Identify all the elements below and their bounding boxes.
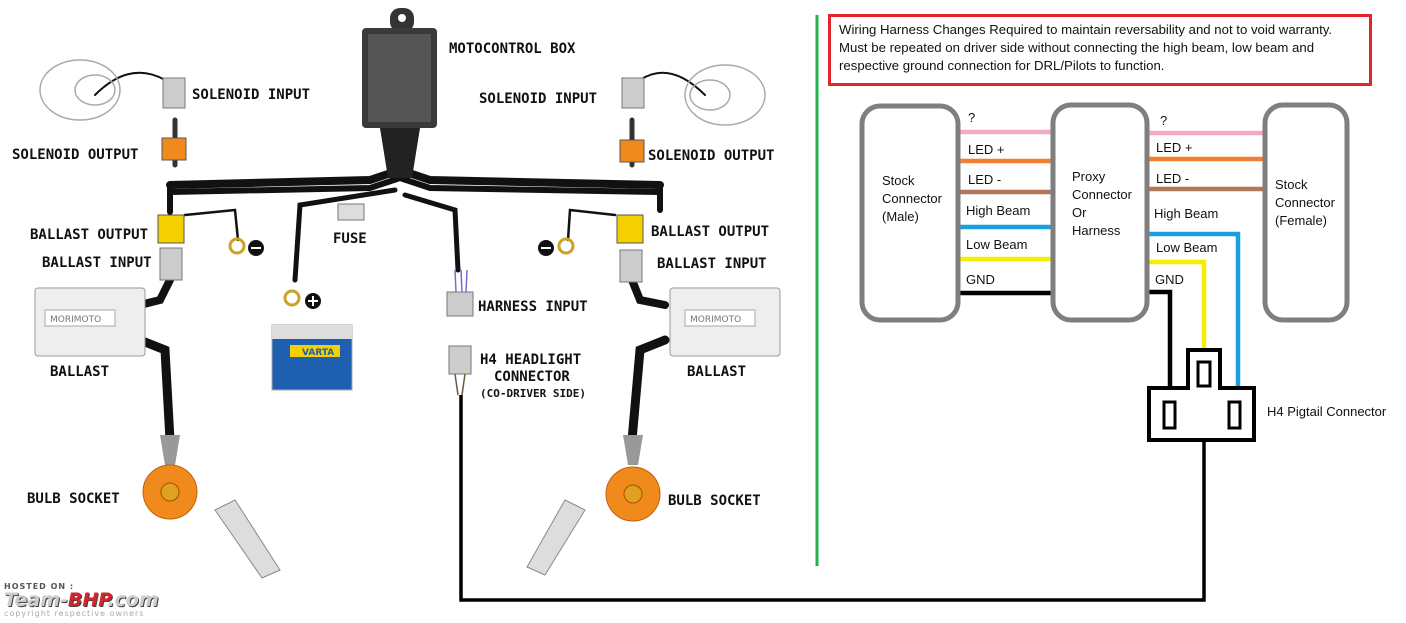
wire-label-led-plus: LED + xyxy=(968,142,1005,157)
positive-terminal-icon xyxy=(283,289,321,309)
label-solenoid-output-right: SOLENOID OUTPUT xyxy=(648,148,774,164)
note-line: respective ground connection for DRL/Pil… xyxy=(839,58,1165,73)
label-solenoid-input-right: SOLENOID INPUT xyxy=(479,91,597,107)
svg-text:MORIMOTO: MORIMOTO xyxy=(50,315,101,325)
wire-label-unknown: ? xyxy=(968,110,975,125)
label-ballast-right: BALLAST xyxy=(687,364,746,380)
label-ballast-input-right: BALLAST INPUT xyxy=(657,256,767,272)
wire-label-led-minus: LED - xyxy=(1156,171,1189,186)
wire-label-low-beam: Low Beam xyxy=(966,237,1027,252)
harness-input-wires xyxy=(454,269,468,293)
wire-label-high-beam: High Beam xyxy=(966,203,1030,218)
wire-label-led-minus: LED - xyxy=(968,172,1001,187)
team-bhp-watermark: HOSTED ON : Team-BHP.com copyright respe… xyxy=(4,582,159,618)
stock-male-label: Stock xyxy=(882,173,915,188)
label-ballast-left: BALLAST xyxy=(50,364,109,380)
label-solenoid-output-left: SOLENOID OUTPUT xyxy=(12,147,138,163)
stock-female-label: Stock xyxy=(1275,177,1308,192)
watermark-brand: Team- xyxy=(4,589,68,611)
wire-label-led-plus: LED + xyxy=(1156,140,1193,155)
bulb-socket-left xyxy=(142,435,281,579)
h4-pigtail-label: H4 Pigtail Connector xyxy=(1267,404,1387,419)
note-line: Wiring Harness Changes Required to maint… xyxy=(839,22,1333,37)
svg-text:MORIMOTO: MORIMOTO xyxy=(690,315,741,325)
battery: VARTA xyxy=(271,324,353,391)
ballast-left: MORIMOTO xyxy=(34,287,146,357)
wire-label-gnd: GND xyxy=(966,272,995,287)
label-bulb-socket-right: BULB SOCKET xyxy=(668,493,761,509)
label-h4-connector: CONNECTOR xyxy=(494,369,570,385)
label-bulb-socket-left: BULB SOCKET xyxy=(27,491,120,507)
label-solenoid-input-left: SOLENOID INPUT xyxy=(192,87,310,103)
proxy-connector xyxy=(1050,102,1150,323)
ground-terminal-icon xyxy=(228,237,575,256)
wire-label-high-beam: High Beam xyxy=(1154,206,1218,221)
stock-male-label: (Male) xyxy=(882,209,919,224)
label-fuse: FUSE xyxy=(333,231,367,247)
stock-female-label: Connector xyxy=(1275,195,1336,210)
proxy-label: Connector xyxy=(1072,187,1133,202)
wire-label-low-beam: Low Beam xyxy=(1156,240,1217,255)
wire-label-unknown: ? xyxy=(1160,113,1167,128)
stock-female-label: (Female) xyxy=(1275,213,1327,228)
label-ballast-output-right: BALLAST OUTPUT xyxy=(651,224,769,240)
watermark-brand: .com xyxy=(107,589,159,611)
label-h4-side: (CO-DRIVER SIDE) xyxy=(480,387,586,400)
ballast-right: MORIMOTO xyxy=(669,287,781,357)
warranty-note: Wiring Harness Changes Required to maint… xyxy=(828,14,1372,86)
wire-label-gnd: GND xyxy=(1155,272,1184,287)
label-harness-input: HARNESS INPUT xyxy=(478,299,588,315)
svg-text:VARTA: VARTA xyxy=(302,348,334,358)
headlight-right xyxy=(684,64,766,126)
h4-connector-wires xyxy=(454,373,466,396)
proxy-label: Harness xyxy=(1072,223,1121,238)
proxy-label: Proxy xyxy=(1072,169,1106,184)
stock-male-label: Connector xyxy=(882,191,943,206)
label-ballast-output-left: BALLAST OUTPUT xyxy=(30,227,148,243)
label-ballast-input-left: BALLAST INPUT xyxy=(42,255,152,271)
watermark-brand: BHP xyxy=(67,589,108,611)
motocontrol-box xyxy=(362,8,437,178)
wiring-diagram: VARTA MORIMOTO MORIMOTO MOTOCONTROL BOX … xyxy=(12,8,1387,602)
bulb-socket-right xyxy=(526,435,661,576)
proxy-label: Or xyxy=(1072,205,1087,220)
headlight-left xyxy=(39,59,121,121)
label-h4-headlight: H4 HEADLIGHT xyxy=(480,352,581,368)
label-motocontrol-box: MOTOCONTROL BOX xyxy=(449,41,576,57)
watermark-copyright: copyright respective owners xyxy=(4,609,145,618)
note-line: Must be repeated on driver side without … xyxy=(839,40,1315,55)
